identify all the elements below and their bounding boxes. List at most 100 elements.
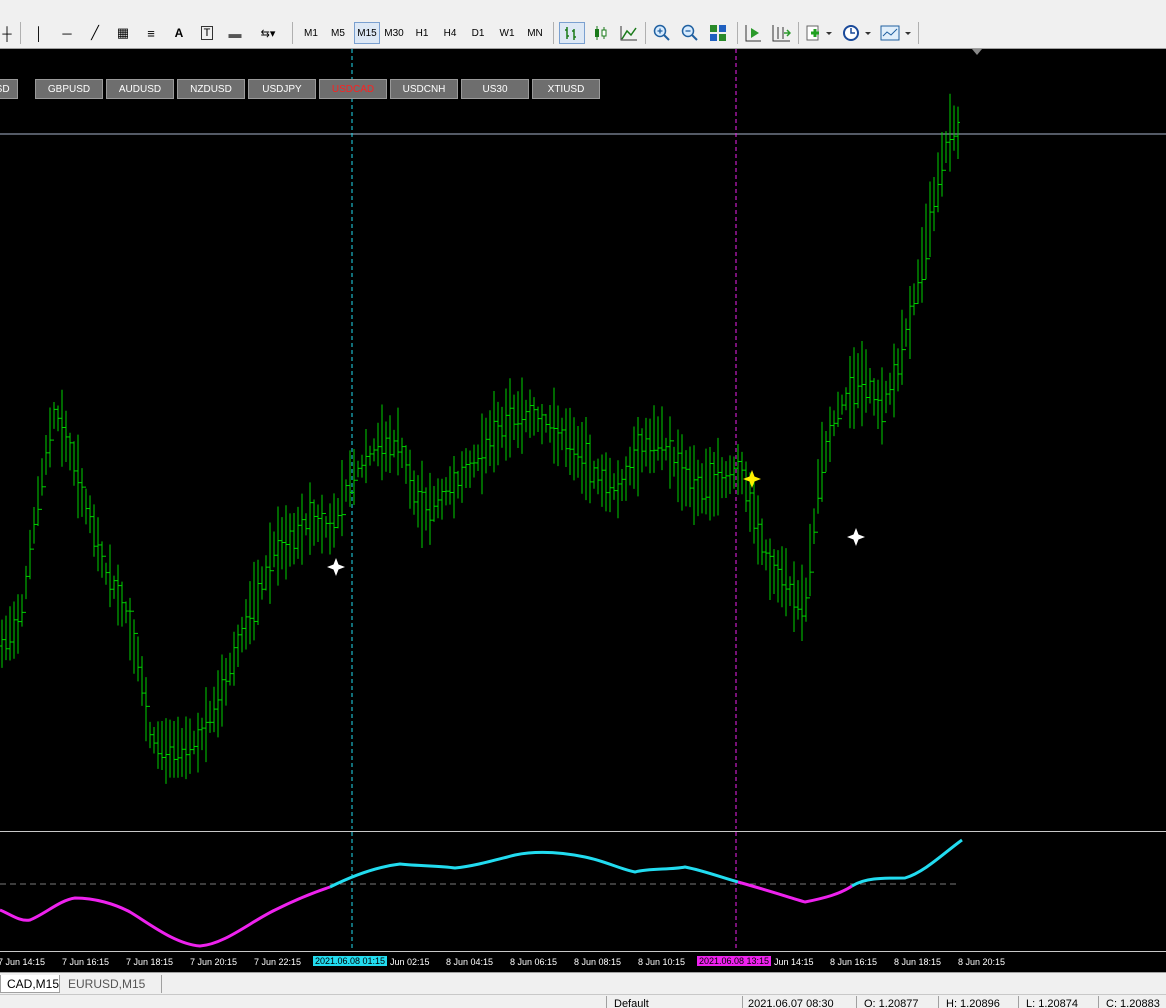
- trendline-icon[interactable]: ╱: [84, 22, 106, 44]
- price-bar: [424, 487, 428, 531]
- timeframe-w1[interactable]: W1: [494, 22, 520, 44]
- status-separator: [856, 996, 857, 1008]
- price-bar: [8, 606, 12, 661]
- price-bar: [132, 610, 136, 674]
- price-bar: [512, 394, 516, 440]
- chart-shift-marker[interactable]: [972, 49, 982, 55]
- price-bar: [136, 632, 140, 682]
- price-bar: [532, 397, 536, 436]
- price-bar: [796, 580, 800, 620]
- timeframe-h4[interactable]: H4: [437, 22, 463, 44]
- tile-windows-icon[interactable]: [706, 22, 730, 44]
- indicators-icon[interactable]: [803, 22, 835, 44]
- price-bar: [560, 417, 564, 451]
- price-bar: [108, 544, 112, 608]
- price-bar: [804, 577, 808, 622]
- price-bar: [728, 455, 732, 494]
- price-bar: [416, 475, 420, 528]
- time-label: 7 Jun 16:15: [62, 957, 110, 967]
- crosshair-icon[interactable]: ┼: [0, 22, 14, 44]
- price-bar: [260, 566, 264, 600]
- timeframe-m1[interactable]: M1: [298, 22, 324, 44]
- channel-icon[interactable]: ▦: [112, 22, 134, 44]
- symbol-button-us30[interactable]: US30: [461, 79, 529, 99]
- price-bar: [564, 408, 568, 468]
- symbol-button-audusd[interactable]: AUDUSD: [106, 79, 174, 99]
- vertical-line-icon[interactable]: │: [28, 22, 50, 44]
- price-bar: [276, 506, 280, 586]
- price-bar: [812, 508, 816, 573]
- indicator-panel[interactable]: [0, 831, 1166, 952]
- symbol-button-usd[interactable]: USD: [0, 79, 18, 99]
- zoom-out-glyph: [681, 24, 698, 41]
- timeframe-mn[interactable]: MN: [522, 22, 548, 44]
- price-bar: [128, 597, 132, 661]
- price-bar: [292, 512, 296, 565]
- arrows-dropdown-icon[interactable]: ⇆▾: [252, 22, 284, 44]
- toolbar-separator: [737, 22, 738, 44]
- autoscroll-icon[interactable]: [768, 22, 794, 44]
- tab-eurusd-m15[interactable]: EURUSD,M15: [62, 975, 162, 993]
- signal-star-icon[interactable]: [327, 558, 345, 576]
- line-chart-icon[interactable]: [616, 22, 642, 44]
- price-bar: [296, 506, 300, 559]
- price-bar: [96, 517, 100, 572]
- price-bar: [300, 493, 304, 565]
- zoom-out-icon[interactable]: [678, 22, 702, 44]
- zoom-in-icon[interactable]: [650, 22, 674, 44]
- symbol-button-xtiusd[interactable]: XTIUSD: [532, 79, 600, 99]
- timeframe-m5[interactable]: M5: [325, 22, 351, 44]
- price-bar: [472, 444, 476, 478]
- price-bar: [68, 432, 72, 471]
- price-bar: [84, 486, 88, 525]
- price-chart-canvas[interactable]: [0, 49, 1166, 829]
- price-bar: [372, 438, 376, 462]
- fibonacci-icon[interactable]: ≡: [140, 22, 162, 44]
- price-bar: [868, 368, 872, 404]
- symbol-button-gbpusd[interactable]: GBPUSD: [35, 79, 103, 99]
- price-bar: [256, 559, 260, 625]
- price-bar: [40, 458, 44, 510]
- symbol-button-nzdusd[interactable]: NZDUSD: [177, 79, 245, 99]
- signal-star-icon[interactable]: [847, 528, 865, 546]
- price-bar: [184, 716, 188, 780]
- symbol-button-usdjpy[interactable]: USDJPY: [248, 79, 316, 99]
- bar-chart-icon[interactable]: [559, 22, 585, 44]
- price-bar: [632, 426, 636, 489]
- time-label: 8 Jun 06:15: [510, 957, 558, 967]
- price-bar: [436, 478, 440, 519]
- timeframe-m30[interactable]: M30: [381, 22, 407, 44]
- price-bar: [700, 463, 704, 514]
- periods-icon[interactable]: [840, 22, 874, 44]
- price-bar: [160, 720, 164, 771]
- horizontal-line-icon[interactable]: ─: [56, 22, 78, 44]
- price-bar: [476, 444, 480, 471]
- price-bar: [708, 446, 712, 521]
- price-bar: [172, 721, 176, 778]
- timeframe-d1[interactable]: D1: [465, 22, 491, 44]
- chart-shift-icon[interactable]: [741, 22, 765, 44]
- price-bar: [216, 670, 220, 738]
- price-bar: [668, 416, 672, 489]
- symbol-button-usdcnh[interactable]: USDCNH: [390, 79, 458, 99]
- price-bar: [876, 379, 880, 429]
- candlestick-icon[interactable]: [588, 22, 614, 44]
- symbol-button-usdcad[interactable]: USDCAD: [319, 79, 387, 99]
- autoscroll-glyph: [772, 25, 791, 42]
- templates-icon[interactable]: [878, 22, 914, 44]
- rectangle-icon[interactable]: ▬: [224, 22, 246, 44]
- price-bar: [220, 654, 224, 727]
- timeframe-h1[interactable]: H1: [409, 22, 435, 44]
- price-bar: [224, 657, 228, 706]
- price-bar: [340, 460, 344, 537]
- price-bar: [864, 349, 868, 413]
- price-bar: [892, 343, 896, 418]
- price-chart[interactable]: USD GBPUSDAUDUSDNZDUSDUSDJPYUSDCADUSDCNHU…: [0, 49, 1166, 829]
- price-bar: [72, 441, 76, 486]
- text-icon[interactable]: A: [168, 22, 190, 44]
- indicator-canvas[interactable]: [0, 832, 1166, 952]
- tab-usdcad-m15[interactable]: CAD,M15: [0, 975, 60, 993]
- timeframe-m15[interactable]: M15: [354, 22, 380, 44]
- time-label: Jun 02:15: [390, 957, 430, 967]
- text-label-icon[interactable]: T: [196, 22, 218, 44]
